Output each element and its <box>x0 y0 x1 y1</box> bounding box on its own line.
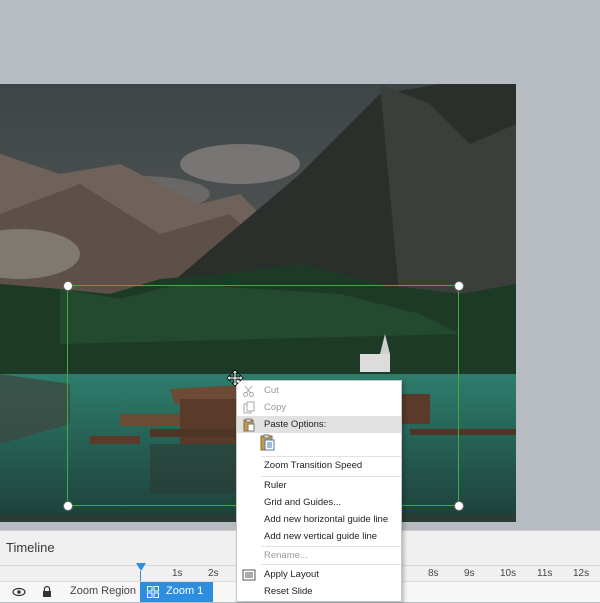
menu-item-zoom-transition-speed[interactable]: Zoom Transition Speed <box>237 457 401 474</box>
zoom-1-label: Zoom 1 <box>166 585 204 597</box>
zoom-1-block[interactable]: Zoom 1 <box>140 582 213 602</box>
menu-item-reset-slide[interactable]: Reset Slide <box>237 583 401 600</box>
lock-icon[interactable] <box>40 585 54 599</box>
zoom-region-icon <box>147 586 159 598</box>
paste-keep-formatting-icon[interactable] <box>259 434 277 452</box>
menu-item-add-horizontal-guide[interactable]: Add new horizontal guide line <box>237 511 401 528</box>
resize-handle-bottom-left[interactable] <box>63 501 73 511</box>
paste-icon <box>243 418 255 432</box>
move-cursor-icon <box>226 369 244 387</box>
tick-label: 2s <box>208 568 219 579</box>
tick-label: 10s <box>500 568 517 579</box>
context-menu: Cut Copy Paste Options: Zoom Transition … <box>236 380 402 602</box>
layout-icon <box>242 569 256 581</box>
tick-label: 8s <box>428 568 439 579</box>
menu-item-grid-and-guides[interactable]: Grid and Guides... <box>237 494 401 511</box>
resize-handle-top-left[interactable] <box>63 281 73 291</box>
copy-icon <box>243 401 255 414</box>
resize-handle-top-right[interactable] <box>454 281 464 291</box>
tick-label: 12s <box>573 568 590 579</box>
menu-item-add-vertical-guide[interactable]: Add new vertical guide line <box>237 528 401 545</box>
menu-item-copy[interactable]: Copy <box>237 399 401 416</box>
menu-item-cut[interactable]: Cut <box>237 382 401 399</box>
menu-item-apply-layout[interactable]: Apply Layout <box>237 566 401 583</box>
menu-item-ruler[interactable]: Ruler <box>237 477 401 494</box>
timeline-title: Timeline <box>6 540 55 555</box>
playhead-marker[interactable] <box>136 563 146 571</box>
resize-handle-bottom-right[interactable] <box>454 501 464 511</box>
track-label: Zoom Region <box>70 585 137 597</box>
tick-label: 9s <box>464 568 475 579</box>
tick-label: 11s <box>537 568 553 579</box>
menu-separator <box>261 564 401 565</box>
tick-label: 1s <box>172 568 183 579</box>
menu-item-rename[interactable]: Rename... <box>237 547 401 564</box>
eye-icon[interactable] <box>12 585 26 599</box>
menu-header-paste-options: Paste Options: <box>237 416 401 433</box>
scissors-icon <box>243 385 254 397</box>
